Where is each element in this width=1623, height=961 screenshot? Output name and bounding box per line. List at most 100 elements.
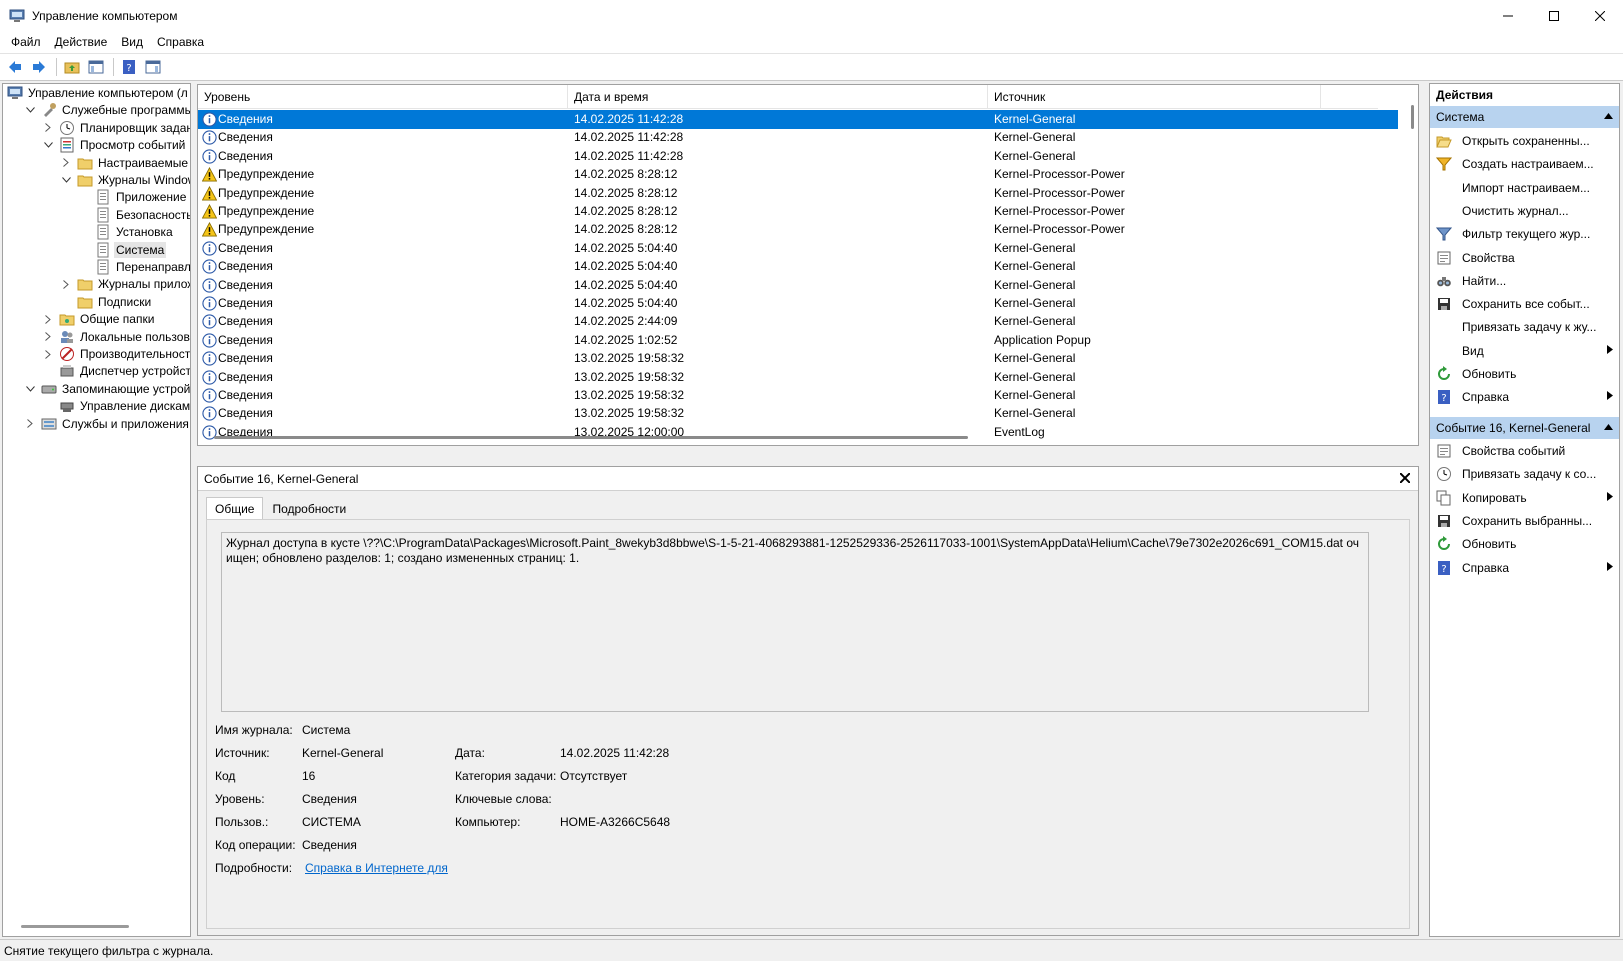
tree-item[interactable]: Система <box>79 241 167 259</box>
tree-item[interactable]: Перенаправлен <box>79 258 190 276</box>
event-row[interactable]: Предупреждение 14.02.2025 8:28:12 Kernel-P… <box>198 202 1398 221</box>
event-row[interactable]: Сведения 14.02.2025 11:42:28 Kernel-Genera… <box>198 147 1398 166</box>
action-item[interactable]: ? Справка <box>1430 385 1619 409</box>
tree-item[interactable]: Запоминающие устройст <box>25 380 190 398</box>
back-button[interactable] <box>4 56 26 78</box>
help-button[interactable]: ? <box>118 56 140 78</box>
expand-chevron-icon[interactable] <box>25 419 35 429</box>
event-date-cell: 14.02.2025 11:42:28 <box>574 112 684 126</box>
action-item[interactable]: Найти... <box>1430 269 1619 293</box>
action-item[interactable]: Свойства событий <box>1430 439 1619 463</box>
action-item[interactable]: ? Справка <box>1430 556 1619 580</box>
tree-item[interactable]: Настраиваемые пр <box>61 154 190 172</box>
event-row[interactable]: Сведения 14.02.2025 11:42:28 Kernel-Genera… <box>198 128 1398 147</box>
expand-chevron-icon[interactable] <box>43 349 53 359</box>
expand-chevron-icon[interactable] <box>61 158 71 168</box>
event-row[interactable]: Сведения 13.02.2025 19:58:32 Kernel-Genera… <box>198 386 1398 405</box>
event-row[interactable]: Сведения 13.02.2025 19:58:32 Kernel-Genera… <box>198 404 1398 423</box>
event-row[interactable]: Сведения 14.02.2025 5:04:40 Kernel-General <box>198 239 1398 258</box>
tab-details[interactable]: Подробности <box>263 497 355 519</box>
action-item[interactable]: Привязать задачу к со... <box>1430 462 1619 486</box>
tree-item[interactable]: Приложение <box>79 188 188 206</box>
tree-item[interactable]: Служебные программы <box>25 101 190 119</box>
event-level-cell: Сведения <box>218 277 273 292</box>
event-row[interactable]: Сведения 14.02.2025 5:04:40 Kernel-General <box>198 294 1398 313</box>
column-level[interactable]: Уровень <box>198 85 568 109</box>
close-detail-button[interactable] <box>1399 470 1411 486</box>
action-item[interactable]: Фильтр текущего жур... <box>1430 222 1619 246</box>
event-row[interactable]: Предупреждение 14.02.2025 8:28:12 Kernel-P… <box>198 165 1398 184</box>
up-level-button[interactable] <box>61 56 83 78</box>
event-row[interactable]: Сведения 14.02.2025 1:02:52 Application Po… <box>198 331 1398 350</box>
event-list-header: Уровень Дата и время Источник <box>198 85 1378 109</box>
show-hide-tree-button[interactable] <box>85 56 107 78</box>
tree-item[interactable]: Безопасность <box>79 206 190 224</box>
tree-item[interactable]: Журналы Windows <box>61 171 190 189</box>
vertical-scrollbar[interactable] <box>1411 105 1414 129</box>
tree-item[interactable]: Установка <box>79 223 175 241</box>
collapse-chevron-icon[interactable] <box>25 105 35 115</box>
event-row[interactable]: Сведения 14.02.2025 5:04:40 Kernel-General <box>198 257 1398 276</box>
tree-item[interactable]: Просмотр событий <box>43 136 187 154</box>
menu-file[interactable]: Файл <box>4 35 48 49</box>
tree-item[interactable]: Локальные пользовате <box>43 328 190 346</box>
forward-button[interactable] <box>28 56 50 78</box>
column-date[interactable]: Дата и время <box>568 85 988 109</box>
computer-value: HOME-A3266C5648 <box>560 815 671 829</box>
tree-item[interactable]: Подписки <box>61 293 153 311</box>
close-button[interactable] <box>1577 0 1623 31</box>
column-source[interactable]: Источник <box>988 85 1321 109</box>
open-folder-icon <box>1436 133 1452 149</box>
action-item[interactable]: Вид <box>1430 339 1619 363</box>
tree-item[interactable]: Диспетчер устройств <box>43 362 190 380</box>
tree-item[interactable]: Производительность <box>43 345 190 363</box>
collapse-chevron-icon[interactable] <box>43 140 53 150</box>
event-row[interactable]: Сведения 13.02.2025 19:58:32 Kernel-Genera… <box>198 349 1398 368</box>
event-source-cell: Kernel-General <box>994 148 1076 163</box>
menu-help[interactable]: Справка <box>150 35 211 49</box>
event-row[interactable]: Сведения 13.02.2025 19:58:32 Kernel-Genera… <box>198 368 1398 387</box>
tree-item[interactable]: Службы и приложения <box>25 415 190 433</box>
horizontal-scrollbar[interactable] <box>214 436 968 439</box>
action-item[interactable]: Импорт настраиваем... <box>1430 176 1619 200</box>
expand-chevron-icon[interactable] <box>43 332 53 342</box>
action-item[interactable]: Создать настраиваем... <box>1430 152 1619 176</box>
expand-chevron-icon[interactable] <box>43 314 53 324</box>
collapse-chevron-icon[interactable] <box>61 175 71 185</box>
event-message[interactable]: Журнал доступа в кусте \??\C:\ProgramDat… <box>221 532 1369 712</box>
tree-item[interactable]: Журналы приложе <box>61 275 190 293</box>
horizontal-scrollbar[interactable] <box>21 925 129 928</box>
tree-item[interactable]: Общие папки <box>43 310 156 328</box>
online-help-link[interactable]: Справка в Интернете для <box>305 861 448 875</box>
event-row[interactable]: Предупреждение 14.02.2025 8:28:12 Kernel-P… <box>198 184 1398 203</box>
event-row[interactable]: Сведения 14.02.2025 5:04:40 Kernel-General <box>198 276 1398 295</box>
actions-section-header[interactable]: Событие 16, Kernel-General <box>1430 417 1619 439</box>
menu-view[interactable]: Вид <box>114 35 150 49</box>
actions-section-header[interactable]: Система <box>1430 106 1619 128</box>
console-tree: Управление компьютером (л Служебные прогр… <box>2 83 191 937</box>
tree-item-label: Настраиваемые пр <box>98 155 190 170</box>
action-item[interactable]: Обновить <box>1430 362 1619 386</box>
event-row[interactable]: Сведения 14.02.2025 2:44:09 Kernel-General <box>198 312 1398 331</box>
action-item[interactable]: Свойства <box>1430 246 1619 270</box>
show-hide-action-pane-button[interactable] <box>142 56 164 78</box>
minimize-button[interactable] <box>1485 0 1531 31</box>
action-item[interactable]: Очистить журнал... <box>1430 199 1619 223</box>
event-row[interactable]: Сведения 14.02.2025 11:42:28 Kernel-Genera… <box>198 110 1398 129</box>
action-item[interactable]: Обновить <box>1430 532 1619 556</box>
collapse-chevron-icon[interactable] <box>25 384 35 394</box>
action-item[interactable]: Открыть сохраненны... <box>1430 129 1619 153</box>
tab-general[interactable]: Общие <box>206 497 264 519</box>
event-row[interactable]: Предупреждение 14.02.2025 8:28:12 Kernel-P… <box>198 220 1398 239</box>
action-item[interactable]: Сохранить выбранны... <box>1430 509 1619 533</box>
expand-chevron-icon[interactable] <box>61 279 71 289</box>
tree-item[interactable]: Планировщик заданий <box>43 119 190 137</box>
maximize-button[interactable] <box>1531 0 1577 31</box>
action-item[interactable]: Привязать задачу к жу... <box>1430 315 1619 339</box>
tree-item[interactable]: Управление компьютером (л <box>7 84 190 102</box>
tree-item[interactable]: Управление дисками <box>43 397 190 415</box>
menu-action[interactable]: Действие <box>48 35 115 49</box>
action-item[interactable]: Копировать <box>1430 486 1619 510</box>
action-item[interactable]: Сохранить все событ... <box>1430 292 1619 316</box>
expand-chevron-icon[interactable] <box>43 123 53 133</box>
